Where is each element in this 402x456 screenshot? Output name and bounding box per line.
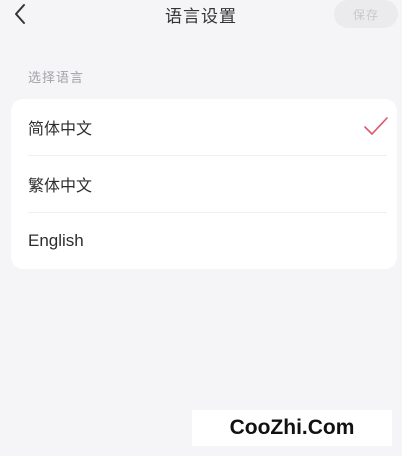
watermark-text: CooZhi.Com bbox=[229, 416, 355, 439]
language-option-label: English bbox=[28, 231, 84, 250]
language-option-simplified-chinese[interactable]: 简体中文 bbox=[11, 99, 397, 155]
language-option-english[interactable]: English bbox=[11, 213, 397, 269]
checkmark-icon bbox=[364, 117, 388, 135]
save-button[interactable]: 保存 bbox=[334, 0, 398, 28]
watermark: CooZhi.Com bbox=[192, 410, 392, 446]
language-option-label: 简体中文 bbox=[28, 119, 93, 138]
language-settings-screen: 语言设置 保存 选择语言 简体中文 繁体中文 English CooZhi.Co… bbox=[0, 0, 402, 456]
header-bar: 语言设置 保存 bbox=[0, 0, 402, 32]
section-label: 选择语言 bbox=[28, 71, 85, 86]
language-option-traditional-chinese[interactable]: 繁体中文 bbox=[11, 156, 397, 212]
language-option-label: 繁体中文 bbox=[28, 176, 93, 195]
language-list: 简体中文 繁体中文 English bbox=[11, 99, 397, 269]
